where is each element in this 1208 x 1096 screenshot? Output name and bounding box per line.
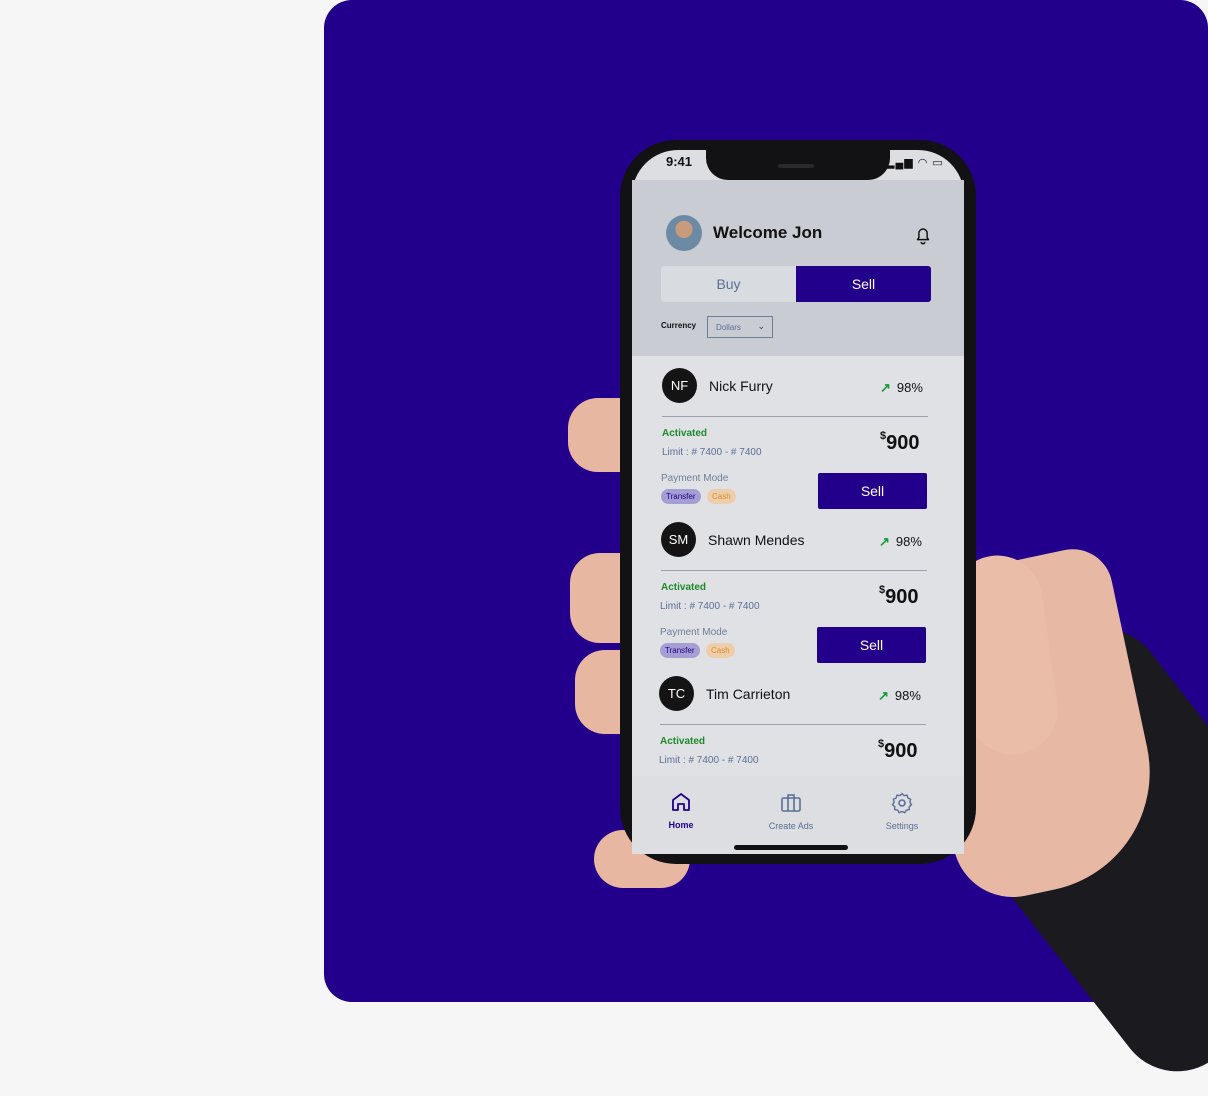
currency-symbol: $ bbox=[878, 738, 885, 750]
avatar[interactable] bbox=[666, 215, 702, 251]
currency-value: Dollars bbox=[716, 322, 741, 332]
amount: $900 bbox=[878, 738, 918, 763]
nav-settings[interactable]: Settings bbox=[880, 791, 924, 831]
currency-symbol: $ bbox=[879, 584, 886, 596]
divider bbox=[660, 724, 926, 725]
phone-speaker bbox=[778, 164, 814, 168]
trader-avatar: SM bbox=[661, 522, 696, 557]
tag-cash: Cash bbox=[707, 489, 736, 504]
limit-text: Limit : # 7400 - # 7400 bbox=[660, 601, 760, 612]
trader-list[interactable] bbox=[632, 356, 964, 776]
sell-button[interactable]: Sell bbox=[818, 473, 927, 509]
trend-up-icon: ↗ bbox=[878, 688, 889, 703]
trend-value: 98% bbox=[896, 380, 923, 395]
status-time: 9:41 bbox=[666, 154, 693, 169]
currency-label: Currency bbox=[661, 321, 697, 330]
nav-label: Home bbox=[668, 820, 694, 830]
currency-dropdown[interactable]: Dollars ⌄ bbox=[707, 316, 773, 338]
home-icon bbox=[672, 793, 690, 811]
trader-name: Shawn Mendes bbox=[708, 532, 805, 548]
amount-value: 900 bbox=[884, 740, 918, 762]
trader-avatar: TC bbox=[659, 676, 694, 711]
amount: $900 bbox=[879, 584, 919, 609]
trend-rate: ↗ 98% bbox=[879, 534, 922, 550]
limit-text: Limit : # 7400 - # 7400 bbox=[659, 755, 759, 766]
status-badge: Activated bbox=[661, 582, 707, 593]
nav-label: Create Ads bbox=[768, 821, 814, 831]
trend-rate: ↗ 98% bbox=[880, 380, 923, 396]
chevron-down-icon: ⌄ bbox=[757, 321, 765, 331]
briefcase-icon bbox=[781, 794, 801, 812]
divider bbox=[662, 416, 928, 417]
tab-sell[interactable]: Sell bbox=[796, 266, 931, 302]
page-title: Welcome Jon bbox=[713, 223, 823, 242]
trend-value: 98% bbox=[895, 534, 922, 549]
sell-button[interactable]: Sell bbox=[817, 627, 926, 663]
tag-transfer: Transfer bbox=[660, 643, 700, 658]
divider bbox=[661, 570, 927, 571]
payment-mode-label: Payment Mode bbox=[660, 627, 728, 638]
trader-name: Nick Furry bbox=[709, 378, 773, 394]
currency-symbol: $ bbox=[880, 430, 887, 442]
trend-rate: ↗ 98% bbox=[878, 688, 921, 704]
tag-transfer: Transfer bbox=[661, 489, 701, 504]
status-icons: ▂▄▆ ◠ ▭ bbox=[886, 157, 944, 169]
status-badge: Activated bbox=[662, 428, 708, 439]
home-indicator[interactable] bbox=[734, 845, 848, 850]
tab-buy[interactable]: Buy bbox=[661, 266, 796, 302]
trend-up-icon: ↗ bbox=[879, 534, 890, 549]
trader-avatar: NF bbox=[662, 368, 697, 403]
amount-value: 900 bbox=[885, 586, 919, 608]
trend-up-icon: ↗ bbox=[880, 380, 891, 395]
trader-name: Tim Carrieton bbox=[706, 686, 791, 702]
payment-mode-label: Payment Mode bbox=[661, 473, 729, 484]
nav-label: Settings bbox=[885, 821, 919, 831]
status-badge: Activated bbox=[660, 736, 706, 747]
limit-text: Limit : # 7400 - # 7400 bbox=[662, 447, 762, 458]
amount: $900 bbox=[880, 430, 920, 455]
nav-home[interactable]: Home bbox=[660, 790, 702, 830]
bell-icon[interactable] bbox=[912, 224, 934, 246]
amount-value: 900 bbox=[886, 432, 920, 454]
nav-create-ads[interactable]: Create Ads bbox=[764, 791, 818, 831]
gear-icon bbox=[891, 792, 913, 814]
trend-value: 98% bbox=[894, 688, 921, 703]
tag-cash: Cash bbox=[706, 643, 735, 658]
